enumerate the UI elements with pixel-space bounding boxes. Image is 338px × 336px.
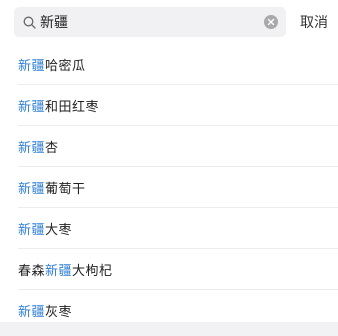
suggestion-suffix: 葡萄干 [45,181,86,197]
suggestion-item[interactable]: 新疆 葡萄干 [18,167,338,208]
search-icon [22,15,36,29]
suggestion-prefix: 春森 [18,263,46,279]
suggestion-list: 新疆 哈密瓜 新疆 和田红枣 新疆杏 新疆 葡萄干 新疆 大枣 春森 新疆 大枸杞 新疆 灰枣 [0,44,338,330]
suggestion-suffix: 哈密瓜 [45,58,86,74]
cancel-button[interactable]: 取消 [300,12,328,32]
clear-search-icon[interactable] [264,15,278,29]
suggestion-highlight: 新疆 [18,181,46,197]
suggestion-highlight: 新疆 [18,99,46,115]
suggestion-suffix: 杏 [45,140,59,156]
bottom-divider-band [0,322,338,336]
suggestion-item[interactable]: 新疆 大枣 [18,208,338,249]
suggestion-highlight: 新疆 [18,304,46,320]
suggestion-highlight: 新疆 [45,263,73,279]
suggestion-highlight: 新疆 [18,222,46,238]
search-box[interactable] [14,7,286,37]
suggestion-item[interactable]: 新疆 哈密瓜 [18,44,338,85]
suggestion-suffix: 灰枣 [45,304,73,320]
suggestion-suffix: 和田红枣 [45,99,100,115]
suggestion-suffix: 大枸杞 [72,263,113,279]
suggestion-item[interactable]: 新疆杏 [18,126,338,167]
suggestion-highlight: 新疆 [18,140,46,156]
suggestion-item[interactable]: 新疆 和田红枣 [18,85,338,126]
suggestion-suffix: 大枣 [45,222,73,238]
suggestion-item[interactable]: 春森 新疆 大枸杞 [18,249,338,290]
suggestion-highlight: 新疆 [18,58,46,74]
search-input[interactable] [40,7,264,37]
search-bar: 取消 [0,0,338,44]
